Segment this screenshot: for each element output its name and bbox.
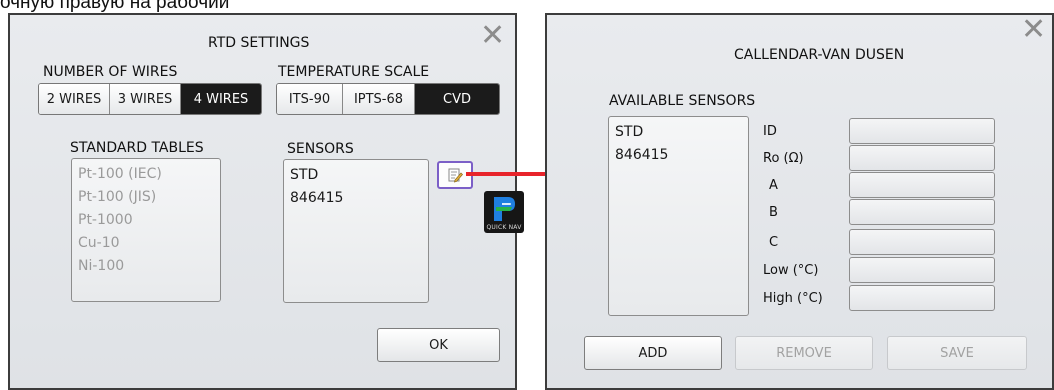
top-caption: очную правую на рабочий [0,0,230,13]
list-item: Pt-100 (IEC) [78,166,162,182]
dialog-title: CALLENDAR-VAN DUSEN [734,47,905,63]
dialog-title: RTD SETTINGS [208,35,310,51]
list-item[interactable]: STD [290,164,422,187]
low-field[interactable] [849,257,995,283]
wires-option-2[interactable]: 2 WIRES [39,84,110,114]
list-item: Ni-100 [78,258,125,274]
c-field[interactable] [849,229,995,255]
remove-button[interactable]: REMOVE [735,336,873,370]
ok-button[interactable]: OK [377,328,500,362]
close-icon[interactable]: ✕ [1021,15,1046,45]
scale-option-its90[interactable]: ITS-90 [277,84,343,114]
list-item[interactable]: 846415 [615,144,742,167]
scale-option-ipts68[interactable]: IPTS-68 [343,84,415,114]
quick-nav-button[interactable]: QUICK NAV [484,191,524,233]
sensors-list: STD 846415 [283,159,429,303]
a-field[interactable] [849,172,995,198]
add-button[interactable]: ADD [584,336,722,370]
field-label-b: B [769,205,778,220]
save-button[interactable]: SAVE [887,336,1027,370]
temperature-scale-label: TEMPERATURE SCALE [278,64,430,80]
quick-nav-icon [494,197,515,221]
list-item[interactable]: 846415 [290,187,422,210]
scale-option-cvd[interactable]: CVD [415,84,499,114]
list-item: Pt-1000 [78,212,133,228]
quick-nav-label: QUICK NAV [486,224,522,231]
field-label-id: ID [763,124,777,139]
ro-field[interactable] [849,145,995,171]
wires-segmented-control: 2 WIRES 3 WIRES 4 WIRES [38,83,262,115]
available-sensors-label: AVAILABLE SENSORS [609,93,756,109]
number-of-wires-label: NUMBER OF WIRES [43,64,178,80]
standard-tables-list: Pt-100 (IEC) Pt-100 (JIS) Pt-1000 Cu-10 … [71,158,221,302]
b-field[interactable] [849,199,995,225]
wires-option-4[interactable]: 4 WIRES [181,84,261,114]
rtd-settings-dialog: RTD SETTINGS ✕ NUMBER OF WIRES 2 WIRES 3… [8,13,517,390]
sensors-label: SENSORS [287,141,354,157]
list-item: Cu-10 [78,235,120,251]
high-field[interactable] [849,285,995,311]
list-item[interactable]: STD [615,121,742,144]
available-sensors-list: STD 846415 [608,116,749,316]
cvd-dialog: CALLENDAR-VAN DUSEN ✕ AVAILABLE SENSORS … [545,13,1054,390]
id-field[interactable] [849,118,995,144]
field-label-c: C [769,235,779,250]
field-label-ro: Ro (Ω) [763,151,804,166]
field-label-low: Low (°C) [763,263,819,278]
temperature-scale-segmented-control: ITS-90 IPTS-68 CVD [276,83,500,115]
standard-tables-label: STANDARD TABLES [70,140,204,156]
list-item: Pt-100 (JIS) [78,189,157,205]
edit-icon [448,168,463,183]
field-label-a: A [769,178,778,193]
field-label-high: High (°C) [763,291,823,306]
close-icon[interactable]: ✕ [480,21,505,51]
wires-option-3[interactable]: 3 WIRES [110,84,181,114]
